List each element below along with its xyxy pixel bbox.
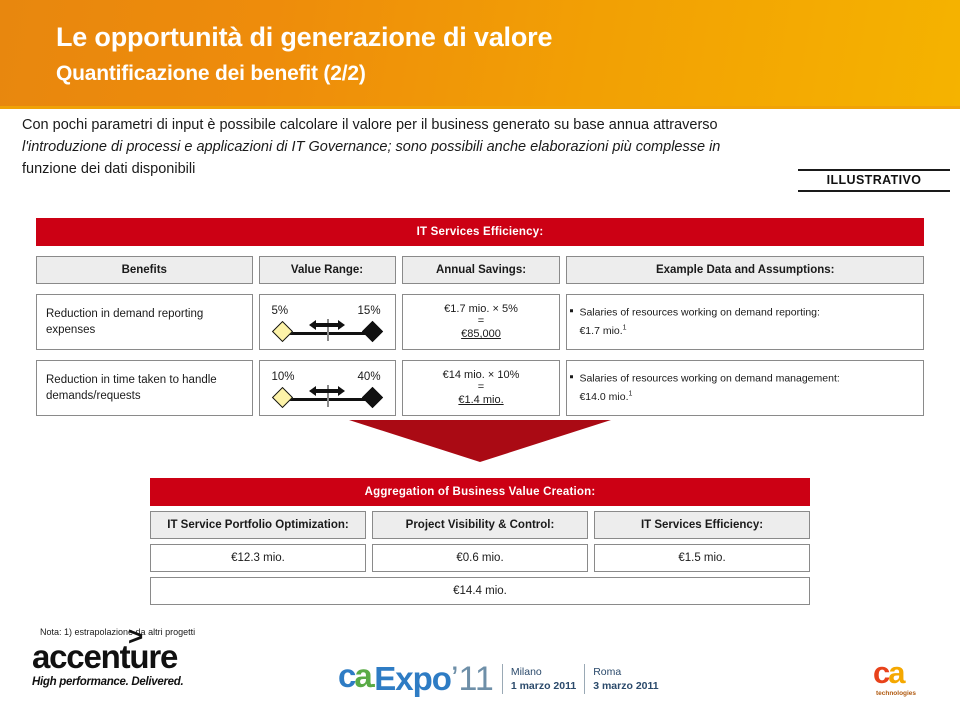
aggregation-category-visibility: Project Visibility & Control: <box>372 511 588 539</box>
table-row: Reduction in demand reporting expenses 5… <box>36 294 924 350</box>
assumption-item: Salaries of resources working on demand … <box>570 371 840 405</box>
city-date-roma: 3 marzo 2011 <box>593 679 659 692</box>
down-arrow-icon <box>349 420 611 462</box>
aggregation-value-portfolio: €12.3 mio. <box>150 544 366 572</box>
aggregation-value-efficiency: €1.5 mio. <box>594 544 810 572</box>
range-slider[interactable]: 5% 15% <box>260 295 395 349</box>
page-title: Le opportunità di generazione di valore <box>56 22 553 52</box>
range-high-label: 15% <box>357 305 381 317</box>
accenture-tagline: High performance. Delivered. <box>32 676 184 688</box>
savings-equals-sign: = <box>477 315 485 327</box>
assumption-footnote-ref: 1 <box>628 390 633 398</box>
matrix-section-title: IT Services Efficiency: <box>36 218 924 246</box>
range-low-diamond-icon[interactable] <box>271 320 293 343</box>
annual-savings-cell: €14 mio. × 10% = €1.4 mio. <box>401 360 561 416</box>
assumption-value: €14.0 mio. <box>579 390 629 403</box>
value-range-cell: 5% 15% <box>258 294 396 350</box>
savings-total: €85,000 <box>461 328 501 340</box>
assumptions-cell: Salaries of resources working on demand … <box>566 360 924 416</box>
column-header-annual-savings: Annual Savings: <box>401 256 561 284</box>
savings-calculation: €14 mio. × 10% = €1.4 mio. <box>403 361 560 415</box>
range-slider[interactable]: 10% 40% <box>260 361 395 415</box>
savings-equals-sign: = <box>477 381 485 393</box>
aggregation-category-portfolio: IT Service Portfolio Optimization: <box>150 511 366 539</box>
divider <box>501 663 503 694</box>
range-low-label: 5% <box>271 305 289 317</box>
range-low-label: 10% <box>271 371 295 383</box>
ca-expo-logo: ca. Expo ’11 Milano 1 marzo 2011 Roma 3 … <box>338 659 659 698</box>
matrix-header-row: Benefits Value Range: Annual Savings: Ex… <box>36 256 924 284</box>
savings-calculation: €1.7 mio. × 5% = €85,000 <box>403 295 560 349</box>
range-high-diamond-icon[interactable] <box>361 386 383 409</box>
footnote: Nota: 1) estrapolazione da altri progett… <box>40 627 196 637</box>
bullet-icon <box>570 375 574 379</box>
accenture-greater-than-icon: > <box>128 621 144 651</box>
range-low-diamond-icon[interactable] <box>271 386 293 409</box>
intro-line-2: l'introduzione di processi e applicazion… <box>22 139 721 155</box>
aggregation-value-visibility: €0.6 mio. <box>372 544 588 572</box>
accenture-logo: accenture > High performance. Delivered. <box>32 623 184 688</box>
assumption-footnote-ref: 1 <box>622 324 627 332</box>
ca-expo-ca-mark: ca. <box>338 657 376 694</box>
aggregation-total: €14.4 mio. <box>150 577 810 605</box>
column-header-value-range: Value Range: <box>258 256 396 284</box>
benefit-cell: Reduction in time taken to handle demand… <box>36 360 253 416</box>
aggregation-category-row: IT Service Portfolio Optimization: Proje… <box>150 511 810 539</box>
aggregation-title: Aggregation of Business Value Creation: <box>150 478 810 506</box>
city-date-milano: 1 marzo 2011 <box>510 679 577 692</box>
ca-technologies-mark-icon: ca <box>873 657 919 693</box>
slide: Le opportunità di generazione di valore … <box>0 0 960 713</box>
aggregation-value-row: €12.3 mio. €0.6 mio. €1.5 mio. <box>150 544 810 572</box>
bullet-icon <box>570 309 574 313</box>
ca-technologies-logo: ca technologies <box>873 657 919 697</box>
savings-total: €1.4 mio. <box>458 394 504 406</box>
ca-expo-city-roma: Roma 3 marzo 2011 <box>593 665 658 693</box>
status-badge-illustrativo: ILLUSTRATIVO <box>798 169 950 192</box>
double-arrow-icon <box>307 318 347 337</box>
range-high-diamond-icon[interactable] <box>361 320 383 343</box>
assumption-item: Salaries of resources working on demand … <box>570 305 820 339</box>
divider <box>584 663 586 694</box>
ca-technologies-letters: ca <box>873 655 905 690</box>
city-name-roma: Roma <box>593 665 622 678</box>
assumption-value: €1.7 mio. <box>579 324 623 337</box>
value-range-cell: 10% 40% <box>258 360 396 416</box>
assumption-text: Salaries of resources working on demand … <box>579 306 820 319</box>
table-row: Reduction in time taken to handle demand… <box>36 360 924 416</box>
assumption-text: Salaries of resources working on demand … <box>579 372 840 385</box>
city-name-milano: Milano <box>510 665 542 678</box>
page-subtitle: Quantificazione dei benefit (2/2) <box>56 62 366 85</box>
aggregation-category-efficiency: IT Services Efficiency: <box>594 511 810 539</box>
ca-expo-year: ’11 <box>450 659 494 698</box>
double-arrow-icon <box>307 384 347 403</box>
assumptions-cell: Salaries of resources working on demand … <box>566 294 924 350</box>
header-divider <box>0 106 960 109</box>
ca-expo-word: Expo <box>374 659 452 697</box>
intro-line-1: Con pochi parametri di input è possibile… <box>22 117 718 133</box>
accenture-wordmark: accenture <box>32 638 178 675</box>
aggregation-block: Aggregation of Business Value Creation: … <box>150 478 810 605</box>
range-high-label: 40% <box>357 371 381 383</box>
benefit-label: Reduction in time taken to handle demand… <box>46 374 217 402</box>
ca-expo-city-milano: Milano 1 marzo 2011 <box>511 665 576 693</box>
column-header-benefits: Benefits <box>36 256 253 284</box>
annual-savings-cell: €1.7 mio. × 5% = €85,000 <box>401 294 561 350</box>
header-band <box>0 0 960 106</box>
column-header-assumptions: Example Data and Assumptions: <box>566 256 924 284</box>
benefit-cell: Reduction in demand reporting expenses <box>36 294 253 350</box>
benefit-label: Reduction in demand reporting expenses <box>46 308 204 336</box>
benefits-matrix: IT Services Efficiency: Benefits Value R… <box>36 218 924 416</box>
